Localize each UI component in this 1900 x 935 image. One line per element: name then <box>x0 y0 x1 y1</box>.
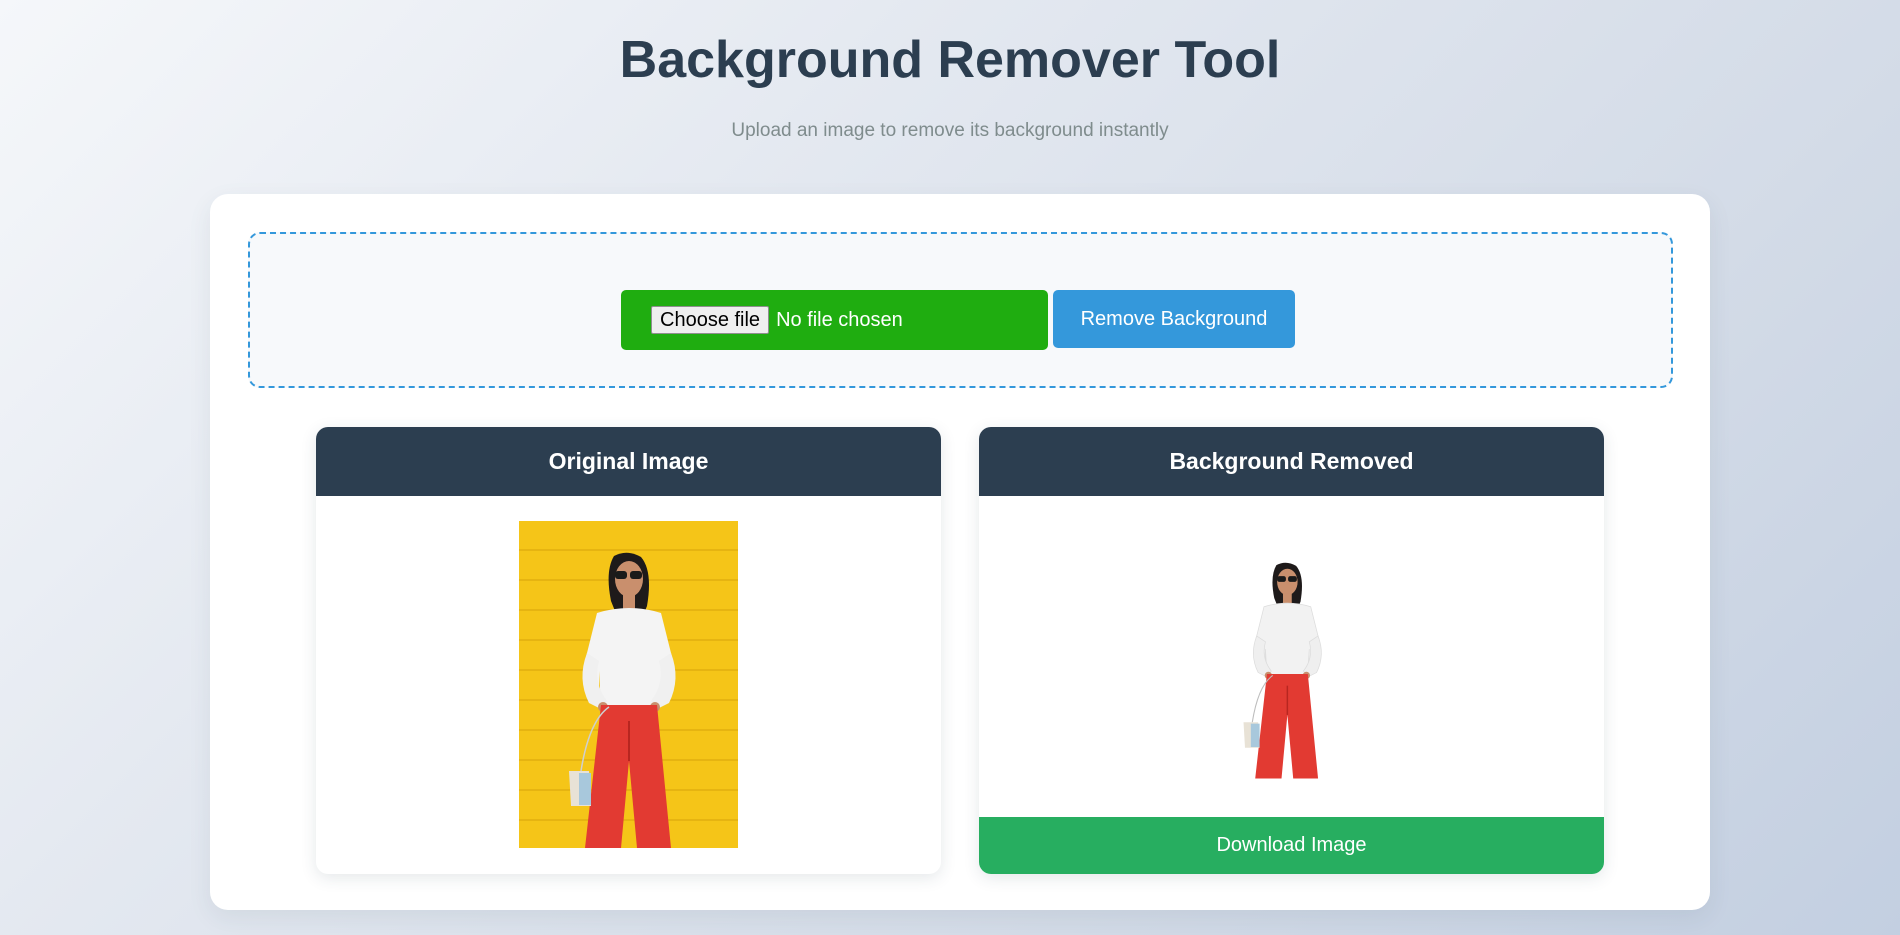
download-image-button[interactable]: Download Image <box>979 817 1604 874</box>
result-image <box>1207 537 1367 781</box>
woman-photo-icon <box>569 552 676 848</box>
background-removed-title: Background Removed <box>979 427 1604 496</box>
original-image <box>519 521 738 848</box>
background-removed-panel: Background Removed Download Image <box>979 427 1604 874</box>
upload-dropzone[interactable]: Choose file No file chosen Remove Backgr… <box>248 232 1673 388</box>
main-card: Choose file No file chosen Remove Backgr… <box>210 194 1710 910</box>
page-title: Background Remover Tool <box>619 31 1281 89</box>
original-image-title: Original Image <box>316 427 941 496</box>
file-status-text: No file chosen <box>776 308 903 331</box>
original-image-panel: Original Image <box>316 427 941 874</box>
woman-cutout-icon <box>1243 562 1322 779</box>
choose-file-button[interactable]: Choose file <box>651 306 770 334</box>
page-subtitle: Upload an image to remove its background… <box>731 120 1169 141</box>
remove-background-button[interactable]: Remove Background <box>1053 290 1295 348</box>
file-input[interactable]: Choose file No file chosen <box>621 290 1048 350</box>
